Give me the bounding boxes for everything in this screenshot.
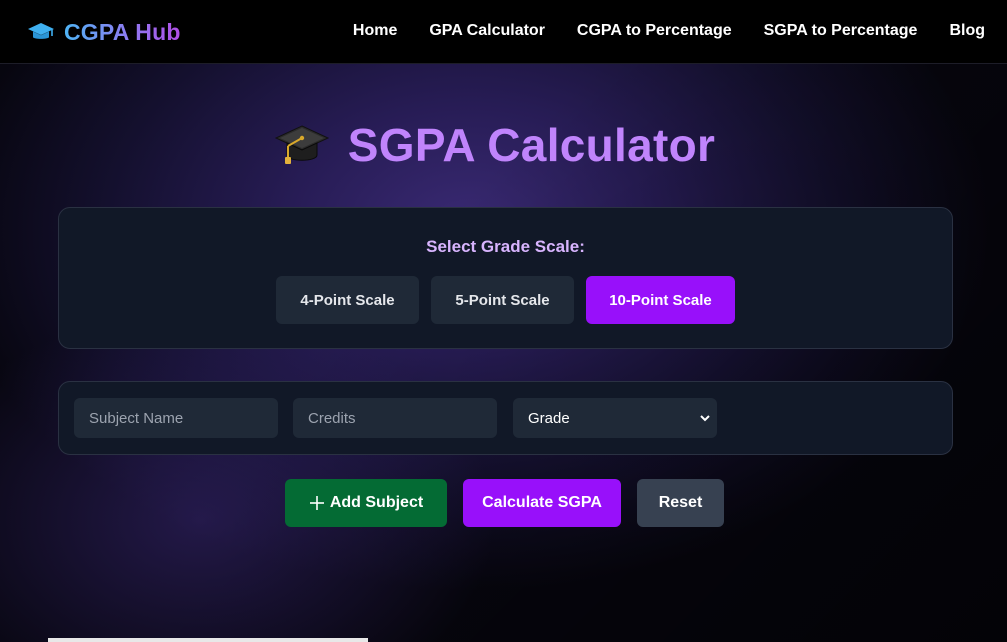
grade-select-value: Grade: [528, 409, 570, 427]
scale-5-point-button[interactable]: 5-Point Scale: [431, 276, 574, 324]
credits-placeholder: Credits: [308, 409, 356, 427]
grade-scale-options: 4-Point Scale 5-Point Scale 10-Point Sca…: [59, 276, 952, 324]
add-subject-label: Add Subject: [329, 494, 424, 511]
subject-name-input[interactable]: Subject Name: [74, 398, 278, 438]
calculate-sgpa-button[interactable]: Calculate SGPA: [463, 479, 621, 527]
nav-link-cgpa-to-percentage[interactable]: CGPA to Percentage: [577, 22, 732, 40]
nav-link-home[interactable]: Home: [353, 22, 397, 40]
page-heading: SGPA Calculator: [0, 118, 1007, 172]
credits-input[interactable]: Credits: [293, 398, 497, 438]
page-title: SGPA Calculator: [347, 119, 716, 171]
nav-link-gpa-calculator[interactable]: GPA Calculator: [429, 22, 545, 40]
bottom-edge-strip: [48, 638, 368, 642]
plus-icon: [309, 496, 324, 510]
scale-4-point-button[interactable]: 4-Point Scale: [276, 276, 419, 324]
grade-scale-label: Select Grade Scale:: [426, 237, 585, 256]
nav-link-blog[interactable]: Blog: [949, 22, 985, 40]
add-subject-button[interactable]: Add Subject: [285, 479, 447, 527]
brand-logo[interactable]: CGPA Hub: [27, 19, 181, 45]
graduation-cap-icon: [28, 23, 54, 39]
nav-link-sgpa-to-percentage[interactable]: SGPA to Percentage: [764, 22, 918, 40]
chevron-down-icon: [700, 415, 710, 422]
scale-10-point-button[interactable]: 10-Point Scale: [586, 276, 735, 324]
subject-name-placeholder: Subject Name: [89, 409, 184, 427]
grade-scale-card: Select Grade Scale: 4-Point Scale 5-Poin…: [58, 207, 953, 349]
nav-links: Home GPA Calculator CGPA to Percentage S…: [321, 22, 985, 40]
grade-select[interactable]: Grade: [513, 398, 717, 438]
top-navbar: CGPA Hub Home GPA Calculator CGPA to Per…: [0, 0, 1007, 64]
brand-name: CGPA Hub: [64, 18, 181, 45]
subject-input-card: Subject Name Credits Grade: [58, 381, 953, 455]
graduation-cap-emoji-icon: [274, 125, 329, 164]
reset-button[interactable]: Reset: [637, 479, 724, 527]
